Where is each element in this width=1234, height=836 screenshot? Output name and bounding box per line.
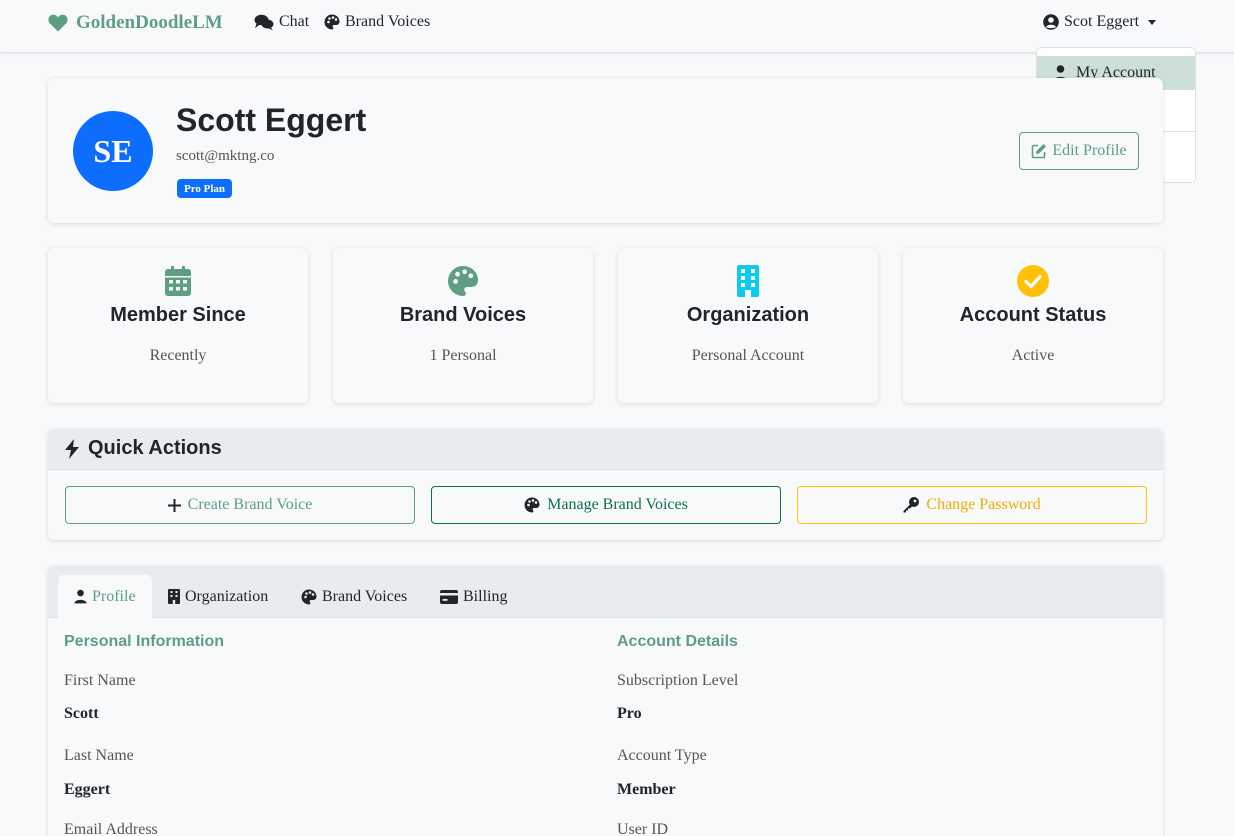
create-brand-voice-label: Create Brand Voice (187, 496, 313, 513)
stat-value: Recently (149, 347, 207, 364)
field-value-subscription: Pro (617, 705, 642, 722)
stat-card-organization: Organization Personal Account (618, 248, 878, 403)
user-icon (74, 589, 87, 604)
stat-card-account-status: Account Status Active (903, 248, 1163, 403)
stat-title: Organization (686, 304, 810, 326)
stat-card-member-since: Member Since Recently (48, 248, 308, 403)
tab-brand-voices[interactable]: Brand Voices (285, 575, 423, 618)
profile-card: SE Scott Eggert scott@mktng.co Pro Plan … (48, 78, 1163, 223)
user-menu-toggle[interactable]: Scot Eggert (1043, 13, 1157, 31)
field-label-last-name: Last Name (64, 747, 134, 764)
caret-down-icon (1148, 19, 1157, 25)
bolt-icon (65, 438, 79, 459)
edit-profile-button[interactable]: Edit Profile (1019, 132, 1139, 170)
user-circle-icon (1043, 14, 1059, 30)
plan-badge: Pro Plan (177, 179, 233, 198)
stat-title: Account Status (959, 304, 1107, 326)
account-tabs-card: Profile Organization Brand Voices Billin… (48, 566, 1163, 836)
quick-actions-label: Quick Actions (88, 437, 222, 459)
nav-brand-voices-label: Brand Voices (345, 13, 431, 30)
tab-label: Organization (185, 587, 269, 605)
tab-label: Billing (463, 587, 508, 605)
palette-icon (524, 497, 540, 513)
profile-email: scott@mktng.co (176, 148, 275, 164)
building-icon (168, 589, 180, 604)
field-label-first-name: First Name (64, 672, 136, 689)
stat-title: Member Since (110, 304, 246, 326)
quick-actions-card: Quick Actions Create Brand Voice Manage … (48, 429, 1163, 540)
nav-chat-label: Chat (279, 13, 310, 30)
manage-brand-voices-button[interactable]: Manage Brand Voices (431, 486, 781, 524)
tab-label: Brand Voices (322, 587, 408, 605)
comments-icon (254, 14, 274, 30)
field-label-email: Email Address (64, 821, 158, 836)
brand-link[interactable]: GoldenDoodleLM (48, 12, 223, 34)
field-label-subscription: Subscription Level (617, 672, 739, 689)
building-icon (732, 265, 764, 297)
stat-title: Brand Voices (399, 304, 527, 326)
avatar: SE (73, 111, 153, 191)
field-value-first-name: Scott (64, 705, 99, 722)
stat-card-brand-voices: Brand Voices 1 Personal (333, 248, 593, 403)
field-value-account-type: Member (617, 781, 676, 798)
navbar: GoldenDoodleLM Chat Brand Voices Scot Eg… (0, 0, 1234, 53)
palette-icon (301, 589, 317, 604)
plus-icon (167, 498, 181, 512)
field-value-last-name: Eggert (64, 781, 111, 798)
calendar-icon (162, 265, 194, 297)
change-password-button[interactable]: Change Password (797, 486, 1147, 524)
field-label-user-id: User ID (617, 821, 669, 836)
palette-icon (447, 265, 479, 297)
change-password-label: Change Password (926, 496, 1041, 513)
profile-name: Scott Eggert (176, 102, 367, 138)
palette-icon (324, 14, 340, 30)
tab-label: Profile (92, 587, 136, 605)
nav-chat[interactable]: Chat (254, 13, 309, 31)
heart-icon (48, 14, 68, 32)
tab-billing[interactable]: Billing (424, 575, 523, 618)
quick-actions-header: Quick Actions (48, 429, 1163, 470)
stat-value: Active (1011, 347, 1055, 364)
edit-icon (1032, 144, 1047, 159)
tab-organization[interactable]: Organization (152, 575, 284, 618)
field-label-account-type: Account Type (617, 747, 707, 764)
account-details-title: Account Details (617, 633, 738, 650)
credit-card-icon (440, 589, 458, 604)
manage-brand-voices-label: Manage Brand Voices (547, 496, 688, 513)
key-icon (903, 497, 920, 513)
check-circle-icon (1017, 265, 1049, 297)
nav-brand-voices[interactable]: Brand Voices (324, 13, 430, 31)
stat-value: Personal Account (691, 347, 805, 364)
stat-value: 1 Personal (429, 347, 497, 364)
edit-profile-label: Edit Profile (1052, 142, 1127, 159)
personal-info-title: Personal Information (64, 633, 225, 650)
create-brand-voice-button[interactable]: Create Brand Voice (65, 486, 415, 524)
brand-name: GoldenDoodleLM (76, 12, 223, 33)
user-name: Scot Eggert (1064, 13, 1140, 30)
quick-actions-title: Quick Actions (64, 437, 222, 460)
tab-bar: Profile Organization Brand Voices Billin… (48, 566, 1163, 618)
tab-profile[interactable]: Profile (58, 575, 152, 618)
